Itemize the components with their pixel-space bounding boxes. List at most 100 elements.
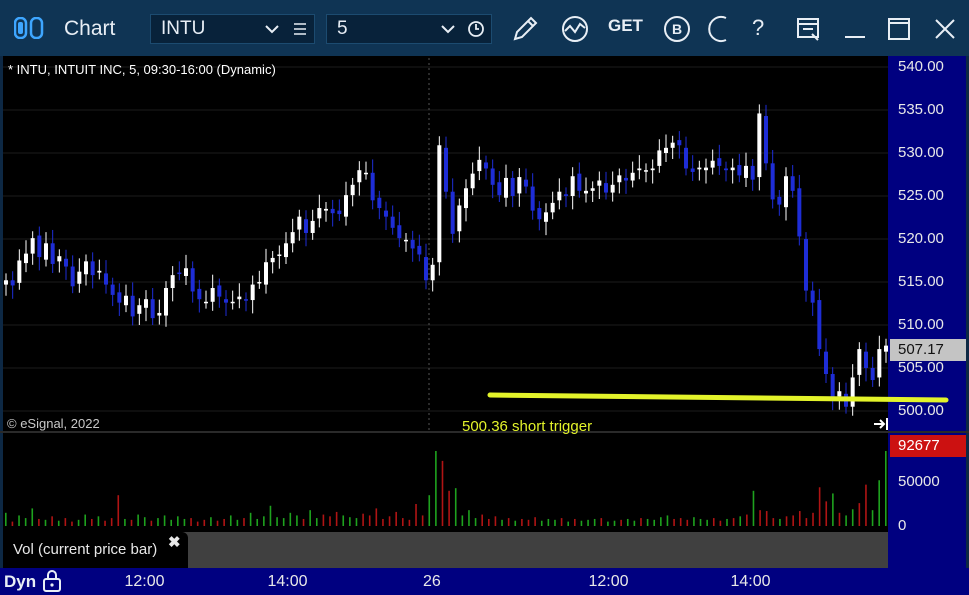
lock-icon[interactable]: [42, 569, 62, 592]
volume-bar: [593, 518, 596, 526]
volume-bar: [653, 519, 656, 526]
y-tick-label: 510.00: [898, 316, 944, 333]
short-trigger-line[interactable]: [487, 392, 949, 403]
candle: [364, 161, 368, 180]
candle: [324, 202, 328, 222]
candle: [44, 232, 48, 267]
volume-bar: [607, 521, 609, 526]
candle: [824, 338, 828, 384]
candle: [397, 211, 402, 248]
candle: [670, 135, 675, 160]
volume-bar: [18, 515, 20, 526]
volume-bar: [229, 515, 232, 526]
candle: [530, 173, 535, 220]
candle: [657, 139, 662, 173]
volume-bar: [362, 513, 364, 526]
candle: [297, 209, 302, 241]
volume-tag: 92677: [890, 435, 966, 457]
volume-bar: [759, 510, 761, 526]
volume-tick-0: 0: [898, 517, 907, 534]
candle: [157, 299, 162, 325]
volume-bar: [540, 520, 543, 526]
volume-bar: [772, 518, 775, 526]
volume-bar: [805, 518, 808, 526]
candle: [524, 168, 528, 194]
candle: [577, 162, 582, 198]
volume-bar: [44, 519, 47, 526]
volume-bar: [302, 518, 305, 526]
volume-bar: [547, 518, 550, 526]
volume-bar: [885, 451, 887, 526]
candle: [650, 159, 655, 184]
volume-bar: [104, 520, 106, 526]
candle: [390, 205, 395, 235]
volume-bar: [507, 518, 510, 526]
candle: [304, 210, 308, 247]
candle: [684, 136, 688, 176]
volume-bar: [91, 518, 93, 526]
candle: [24, 240, 28, 273]
close-study-icon[interactable]: ✖: [168, 533, 181, 551]
volume-bar: [501, 519, 503, 526]
volume-bar: [395, 511, 397, 526]
candle: [137, 298, 142, 325]
grid: [3, 66, 888, 412]
candle: [790, 165, 795, 198]
volume-bar: [481, 514, 483, 526]
candle: [337, 199, 342, 221]
volume-bar: [679, 518, 682, 526]
candle: [497, 171, 502, 203]
volume-bar: [309, 510, 311, 526]
volume-bar: [296, 515, 298, 526]
candle: [730, 158, 735, 184]
y-tick-label: 530.00: [898, 144, 944, 161]
volume-bar: [448, 490, 450, 526]
candle: [817, 288, 822, 356]
candle: [770, 149, 775, 209]
candle: [517, 168, 522, 207]
candle: [744, 152, 748, 187]
trigger-annotation: 500.36 short trigger: [462, 418, 593, 435]
volume-bar: [514, 520, 517, 526]
volume-bar: [382, 518, 384, 526]
volume-bar: [878, 480, 880, 526]
volume-bar: [97, 516, 100, 526]
candle: [357, 161, 362, 196]
volume-bar: [38, 518, 40, 526]
candle: [610, 171, 615, 202]
volume-bar: [342, 515, 345, 526]
volume-bar: [567, 521, 570, 526]
candle: [270, 251, 275, 274]
candle: [37, 226, 42, 271]
dynamic-mode-label[interactable]: Dyn: [4, 572, 36, 592]
volume-bar: [421, 515, 424, 526]
volume-bar: [699, 518, 702, 526]
y-tick-label: 535.00: [898, 101, 944, 118]
volume-bar: [5, 512, 7, 526]
volume-bar: [163, 515, 166, 526]
candle: [704, 158, 708, 184]
volume-bar: [210, 517, 212, 526]
volume-bar: [11, 521, 14, 526]
candle: [677, 131, 682, 159]
volume-bar: [375, 508, 378, 526]
candle: [264, 248, 268, 294]
volume-bar: [488, 518, 490, 526]
jump-to-end-icon[interactable]: [872, 416, 890, 432]
volume-bar: [256, 518, 259, 526]
candle: [217, 278, 222, 308]
volume-bar: [216, 520, 219, 526]
volume-bar: [289, 512, 292, 526]
copyright-label: © eSignal, 2022: [7, 416, 100, 431]
volume-bar: [812, 512, 814, 526]
candle: [690, 155, 695, 181]
volume-bar: [832, 493, 834, 526]
volume-bar: [137, 514, 139, 526]
candle: [810, 281, 815, 316]
candle: [617, 168, 622, 194]
chart-canvas[interactable]: [0, 0, 969, 595]
volume-bar: [177, 516, 179, 526]
candle: [144, 290, 148, 322]
candle: [537, 201, 542, 231]
candle: [590, 181, 595, 203]
